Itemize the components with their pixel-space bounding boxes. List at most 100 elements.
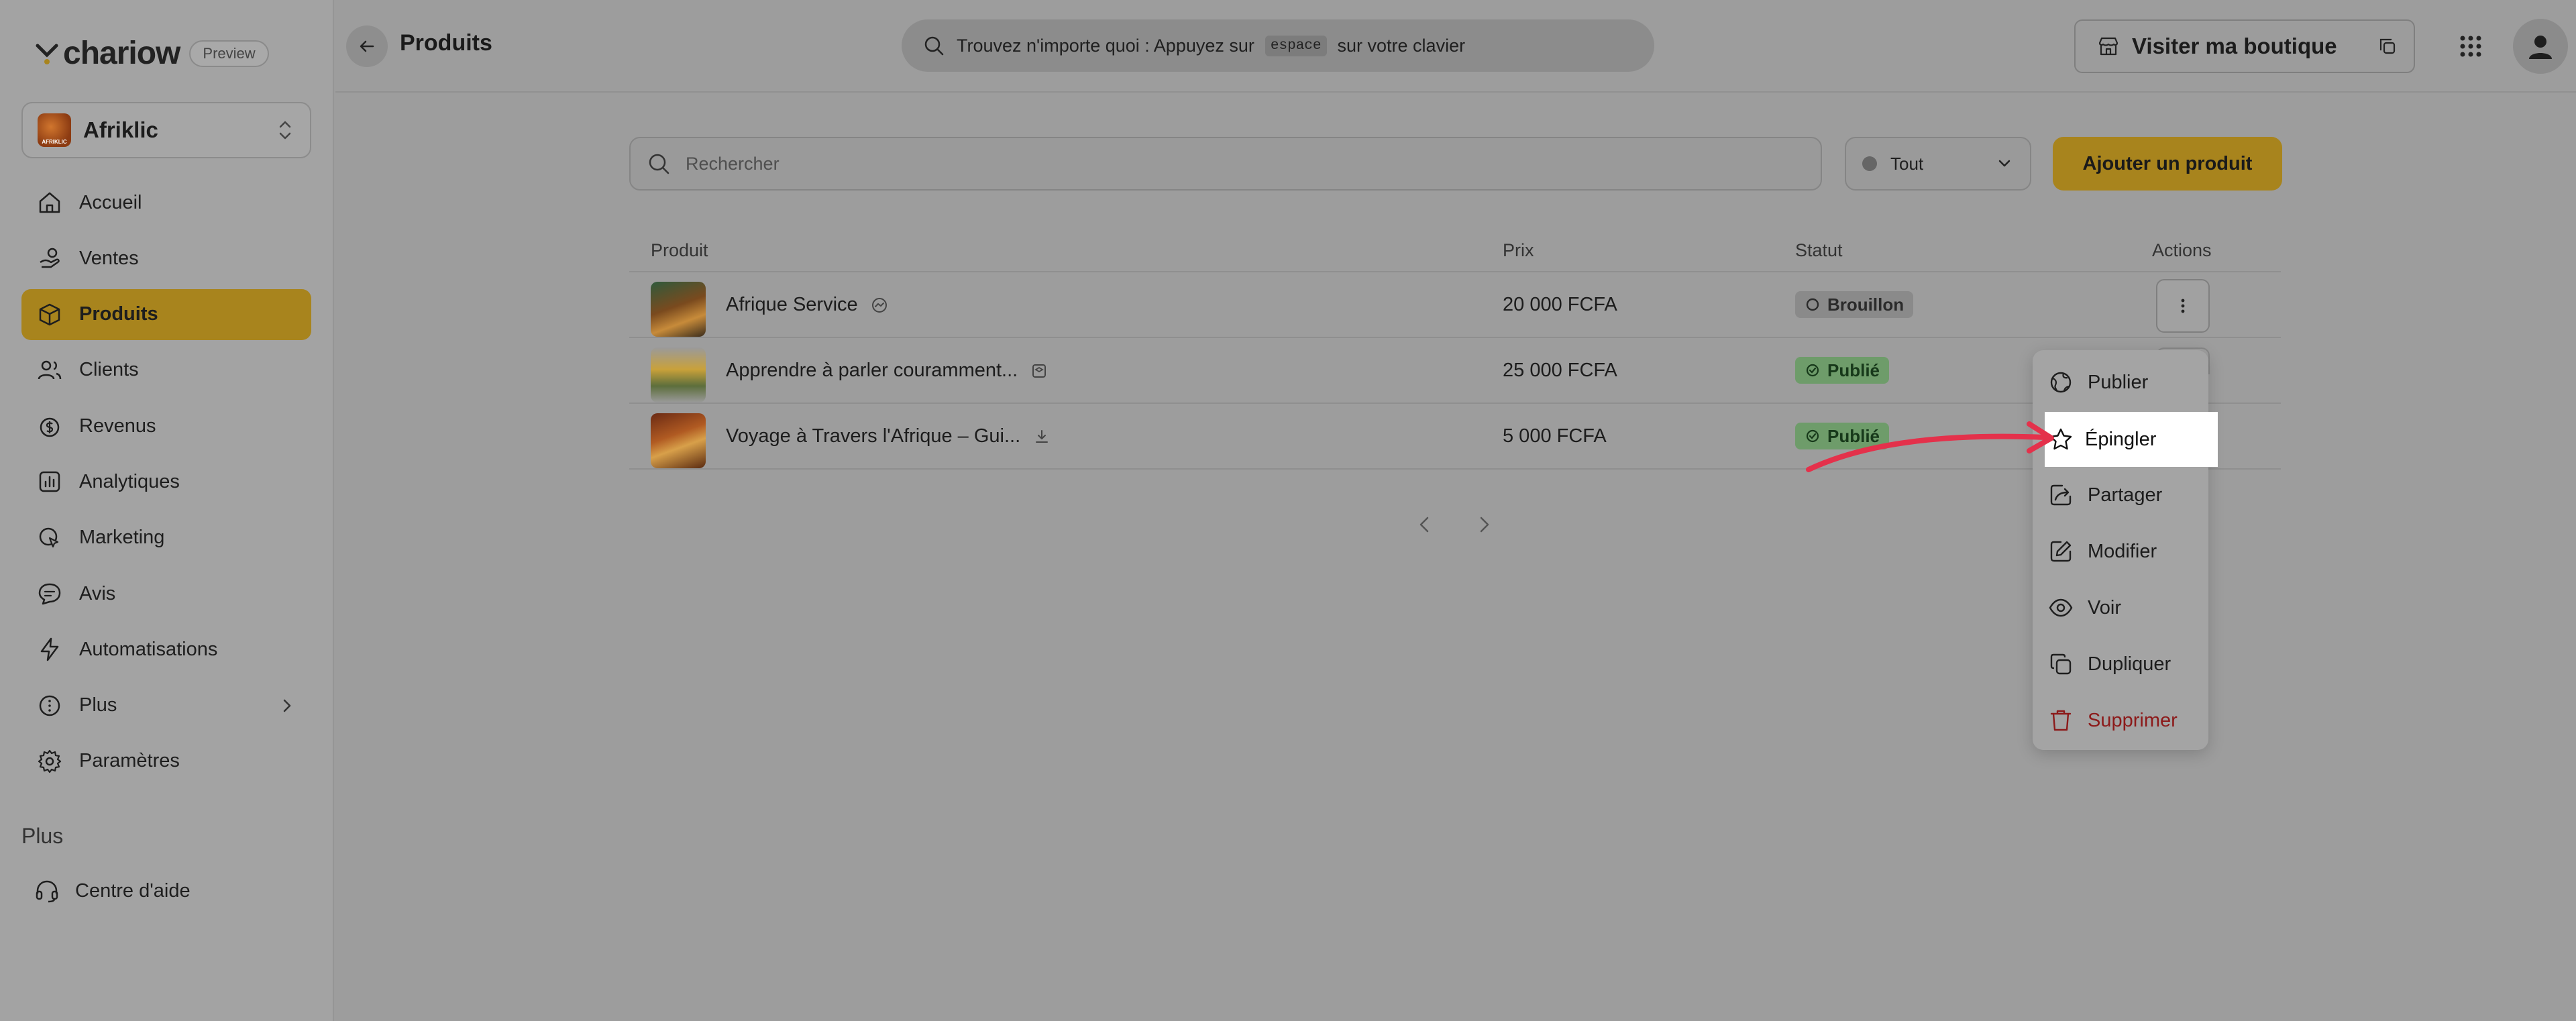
chevron-right-icon <box>283 699 291 712</box>
menu-item-voir[interactable]: Voir <box>2047 594 2121 621</box>
menu-item-dupliquer[interactable]: Dupliquer <box>2047 651 2171 678</box>
sidebar-item-clients[interactable]: Clients <box>21 345 311 396</box>
copy-store-link-button[interactable] <box>2361 19 2415 73</box>
sidebar-item-analytiques[interactable]: Analytiques <box>21 456 311 507</box>
column-header-product: Produit <box>651 240 708 260</box>
workspace-name: Afriklic <box>83 117 158 142</box>
menu-item-partager[interactable]: Partager <box>2047 482 2162 508</box>
product-name-cell[interactable]: Voyage à Travers l'Afrique – Gui... <box>726 425 1051 447</box>
row-actions-button[interactable] <box>2156 279 2210 333</box>
menu-item-label: Dupliquer <box>2088 653 2171 675</box>
product-search-input[interactable] <box>686 153 1806 174</box>
product-search-field[interactable] <box>629 137 1822 191</box>
status-badge: Brouillon <box>1795 291 1914 318</box>
sales-icon <box>40 248 60 268</box>
product-name-cell[interactable]: Apprendre à parler couramment... <box>726 360 1049 382</box>
chevron-left-icon[interactable] <box>1413 513 1437 537</box>
service-icon <box>871 297 887 313</box>
course-icon <box>1032 364 1046 378</box>
sidebar-item-label: Clients <box>79 359 139 381</box>
globe-icon <box>2050 372 2072 393</box>
check-circle-icon <box>1806 364 1819 377</box>
menu-item-label: Supprimer <box>2088 709 2178 731</box>
copy-icon <box>2050 653 2072 675</box>
product-thumbnail <box>651 282 706 337</box>
chevron-right-icon[interactable] <box>1472 513 1496 537</box>
page-title: Produits <box>400 30 492 56</box>
menu-item-supprimer[interactable]: Supprimer <box>2047 707 2178 734</box>
storefront-icon <box>2098 37 2118 56</box>
search-icon <box>924 36 944 56</box>
chevron-updown-icon <box>279 121 291 140</box>
share-icon <box>2050 484 2072 506</box>
menu-item-epingler[interactable]: Épingler <box>2045 412 2218 467</box>
status-badge-label: Publié <box>1827 360 1880 380</box>
sidebar-item-label: Paramètres <box>79 750 180 772</box>
sidebar-nav: Accueil Ventes Produits Clients Revenus … <box>21 177 311 792</box>
workspace-switcher[interactable]: AFRIKLIC Afriklic <box>21 102 311 158</box>
brand-logo[interactable]: chariow <box>34 35 180 72</box>
topbar: Produits Trouvez n'importe quoi : Appuye… <box>335 0 2576 93</box>
sidebar-item-label: Analytiques <box>79 470 180 492</box>
add-product-button[interactable]: Ajouter un produit <box>2053 137 2282 191</box>
sidebar-item-label: Produits <box>79 303 158 325</box>
menu-item-label: Partager <box>2088 484 2163 506</box>
sidebar-item-produits[interactable]: Produits <box>21 288 311 340</box>
keyboard-shortcut-key: espace <box>1265 35 1327 56</box>
user-avatar-button[interactable] <box>2513 19 2568 74</box>
arrow-left-icon <box>360 40 374 52</box>
brand-name: chariow <box>63 36 180 71</box>
sidebar-item-parametres[interactable]: Paramètres <box>21 736 311 787</box>
sidebar: chariow Preview AFRIKLIC Afriklic Accuei… <box>0 0 334 1021</box>
status-badge: Publié <box>1795 357 1890 384</box>
sidebar-item-ventes[interactable]: Ventes <box>21 233 311 284</box>
table-header: Produit Prix Statut Actions <box>629 233 2281 272</box>
sidebar-item-accueil[interactable]: Accueil <box>21 177 311 228</box>
menu-item-label: Publier <box>2088 371 2149 393</box>
visit-store-button[interactable]: Visiter ma boutique <box>2074 19 2363 73</box>
chevron-down-icon <box>1998 160 2010 167</box>
workspace-avatar: AFRIKLIC <box>38 113 71 147</box>
lightning-icon <box>40 638 59 661</box>
sidebar-item-plus[interactable]: Plus <box>21 680 311 731</box>
product-thumbnail <box>651 347 706 402</box>
sidebar-item-label: Ventes <box>79 247 139 269</box>
menu-item-modifier[interactable]: Modifier <box>2047 538 2157 565</box>
sidebar-item-label: Automatisations <box>79 638 218 660</box>
sidebar-item-label: Revenus <box>79 415 156 437</box>
sidebar-item-help-center[interactable]: Centre d'aide <box>34 865 191 916</box>
column-header-price: Prix <box>1503 240 1534 260</box>
users-icon <box>38 360 62 380</box>
status-badge-label: Brouillon <box>1827 294 1904 315</box>
product-price: 20 000 FCFA <box>1503 294 1617 315</box>
workspace-avatar-text: AFRIKLIC <box>42 139 67 145</box>
sidebar-item-label: Accueil <box>79 191 142 213</box>
product-name: Afrique Service <box>726 294 858 315</box>
product-name-cell[interactable]: Afrique Service <box>726 294 889 316</box>
download-icon <box>1036 429 1049 443</box>
sidebar-item-revenus[interactable]: Revenus <box>21 400 311 451</box>
sidebar-item-avis[interactable]: Avis <box>21 568 311 619</box>
search-icon <box>649 154 669 174</box>
pagination <box>1413 513 1496 537</box>
back-button[interactable] <box>346 25 388 67</box>
marketing-icon <box>39 527 59 547</box>
apps-grid-button[interactable] <box>2450 25 2491 67</box>
table-row[interactable]: Afrique Service 20 000 FCFA Brouillon <box>629 272 2281 338</box>
product-price: 25 000 FCFA <box>1503 360 1617 381</box>
global-search-text-before: Trouvez n'importe quoi : Appuyez sur <box>957 35 1254 56</box>
revenue-icon <box>40 417 60 437</box>
menu-item-publier[interactable]: Publier <box>2047 369 2148 396</box>
global-search-bar[interactable]: Trouvez n'importe quoi : Appuyez sur esp… <box>902 19 1654 72</box>
product-name: Voyage à Travers l'Afrique – Gui... <box>726 425 1021 447</box>
column-header-status: Statut <box>1795 240 1843 260</box>
menu-item-label: Voir <box>2088 596 2121 619</box>
sidebar-item-marketing[interactable]: Marketing <box>21 513 311 563</box>
copy-icon <box>2379 38 2396 54</box>
sidebar-item-label: Avis <box>79 582 116 604</box>
chariow-logo-icon <box>36 44 58 64</box>
status-filter-select[interactable]: Tout <box>1845 137 2031 191</box>
circle-outline-icon <box>1806 298 1819 311</box>
sidebar-item-automatisations[interactable]: Automatisations <box>21 624 311 675</box>
gear-icon <box>38 749 62 773</box>
